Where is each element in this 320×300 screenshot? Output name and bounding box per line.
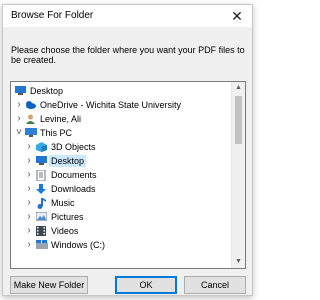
tree-item-downloads[interactable]: › Downloads	[11, 182, 233, 196]
tree-item-pictures[interactable]: › Pictures	[11, 210, 233, 224]
tree-item-desktop-root[interactable]: Desktop	[11, 84, 233, 98]
tree-item-label: Pictures	[51, 212, 84, 222]
chevron-right-icon[interactable]: ›	[14, 99, 24, 111]
tree-item-label: 3D Objects	[51, 142, 96, 152]
chevron-right-icon[interactable]: ›	[14, 113, 24, 125]
vertical-scrollbar[interactable]: ▲ ▼	[231, 82, 245, 268]
chevron-down-icon[interactable]: ˅	[14, 127, 24, 139]
tree-item-documents[interactable]: › Documents	[11, 168, 233, 182]
user-icon	[25, 114, 36, 124]
tree-item-user[interactable]: › Levine, Ali	[11, 112, 233, 126]
browse-for-folder-dialog: Browse For Folder ✕ Please choose the fo…	[2, 4, 253, 296]
downloads-icon	[36, 184, 47, 194]
tree-item-windows-c[interactable]: › Windows (C:)	[11, 238, 233, 252]
tree-item-3d-objects[interactable]: › 3D Objects	[11, 140, 233, 154]
dialog-title: Browse For Folder	[11, 10, 94, 21]
chevron-right-icon[interactable]: ›	[24, 225, 34, 237]
drive-icon	[36, 240, 48, 249]
chevron-right-icon[interactable]: ›	[24, 211, 34, 223]
cancel-button[interactable]: Cancel	[184, 276, 246, 294]
tree-item-label: OneDrive - Wichita State University	[40, 100, 182, 110]
tree-item-label: Desktop	[49, 155, 87, 167]
close-icon[interactable]: ✕	[228, 7, 246, 25]
tree-item-label: Downloads	[51, 184, 96, 194]
videos-icon	[36, 226, 47, 236]
tree-item-onedrive[interactable]: › OneDrive - Wichita State University	[11, 98, 233, 112]
make-new-folder-button[interactable]: Make New Folder	[10, 276, 88, 294]
desktop-icon	[15, 86, 26, 95]
music-icon	[36, 198, 47, 209]
tree-item-label: Levine, Ali	[40, 114, 82, 124]
chevron-right-icon[interactable]: ›	[24, 239, 34, 251]
tree-item-videos[interactable]: › Videos	[11, 224, 233, 238]
tree-item-music[interactable]: › Music	[11, 196, 233, 210]
tree-item-desktop[interactable]: › Desktop	[11, 154, 233, 168]
ok-button[interactable]: OK	[115, 276, 177, 294]
chevron-right-icon[interactable]: ›	[24, 155, 34, 167]
title-bar: Browse For Folder ✕	[3, 5, 252, 27]
3d-objects-icon	[36, 142, 47, 152]
desktop-icon	[36, 156, 47, 165]
tree-item-label: Desktop	[30, 86, 64, 96]
instruction-text: Please choose the folder where you want …	[11, 45, 245, 65]
tree-item-label: Documents	[51, 170, 97, 180]
scroll-down-icon[interactable]: ▼	[232, 256, 245, 268]
scroll-up-icon[interactable]: ▲	[232, 82, 245, 94]
pc-icon	[25, 128, 37, 137]
onedrive-icon	[25, 100, 36, 109]
scrollbar-thumb[interactable]	[235, 96, 242, 144]
tree-item-label: Music	[51, 198, 75, 208]
chevron-right-icon[interactable]: ›	[24, 141, 34, 153]
chevron-right-icon[interactable]: ›	[24, 183, 34, 195]
tree-item-this-pc[interactable]: ˅ This PC	[11, 126, 233, 140]
chevron-right-icon[interactable]: ›	[24, 197, 34, 209]
documents-icon	[36, 169, 47, 182]
tree-item-label: This PC	[40, 128, 73, 138]
folder-tree[interactable]: Desktop › OneDrive - Wichita State Unive…	[10, 81, 246, 269]
tree-item-label: Videos	[51, 226, 79, 236]
chevron-right-icon[interactable]: ›	[24, 169, 34, 181]
pictures-icon	[35, 211, 48, 222]
tree-item-label: Windows (C:)	[51, 240, 106, 250]
